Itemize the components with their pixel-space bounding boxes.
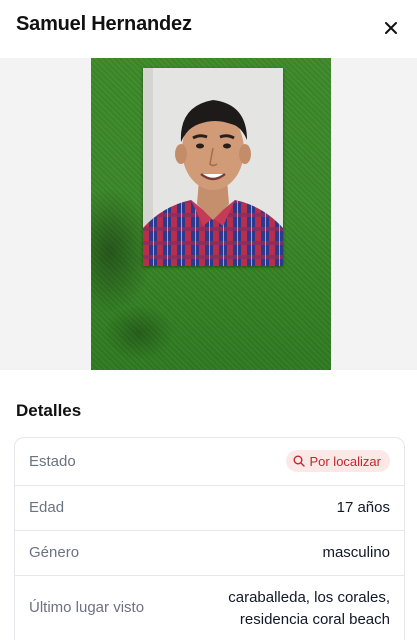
edad-value: 17 años (336, 499, 390, 516)
ultimo-lugar-value-line2: residencia coral beach (239, 611, 390, 628)
genero-value: masculino (322, 544, 390, 561)
search-icon (293, 455, 306, 467)
detail-row-edad: Edad 17 años (15, 485, 404, 531)
estado-label: Estado (29, 453, 76, 470)
ultimo-lugar-label: Último lugar visto (29, 599, 145, 616)
modal-header: Samuel Hernandez (0, 0, 417, 58)
edad-label: Edad (29, 499, 65, 516)
status-badge: Por localizar (286, 450, 390, 472)
details-section-title: Detalles (16, 401, 82, 420)
detail-row-ultimo-lugar: Último lugar visto caraballeda, los cora… (15, 575, 404, 640)
photo-background (91, 58, 331, 370)
person-photo (143, 68, 283, 266)
genero-label: Género (29, 544, 80, 561)
close-icon (385, 22, 397, 34)
detail-row-estado: Estado Por localizar (15, 438, 404, 486)
photo-area (0, 58, 417, 370)
close-button[interactable] (379, 16, 403, 40)
details-card: Estado Por localizar Edad 17 años Género… (14, 437, 405, 640)
ultimo-lugar-value-line1: caraballeda, los corales, (228, 589, 390, 606)
detail-row-genero: Género masculino (15, 530, 404, 576)
person-name-title: Samuel Hernandez (16, 13, 192, 35)
status-badge-text: Por localizar (309, 453, 381, 469)
